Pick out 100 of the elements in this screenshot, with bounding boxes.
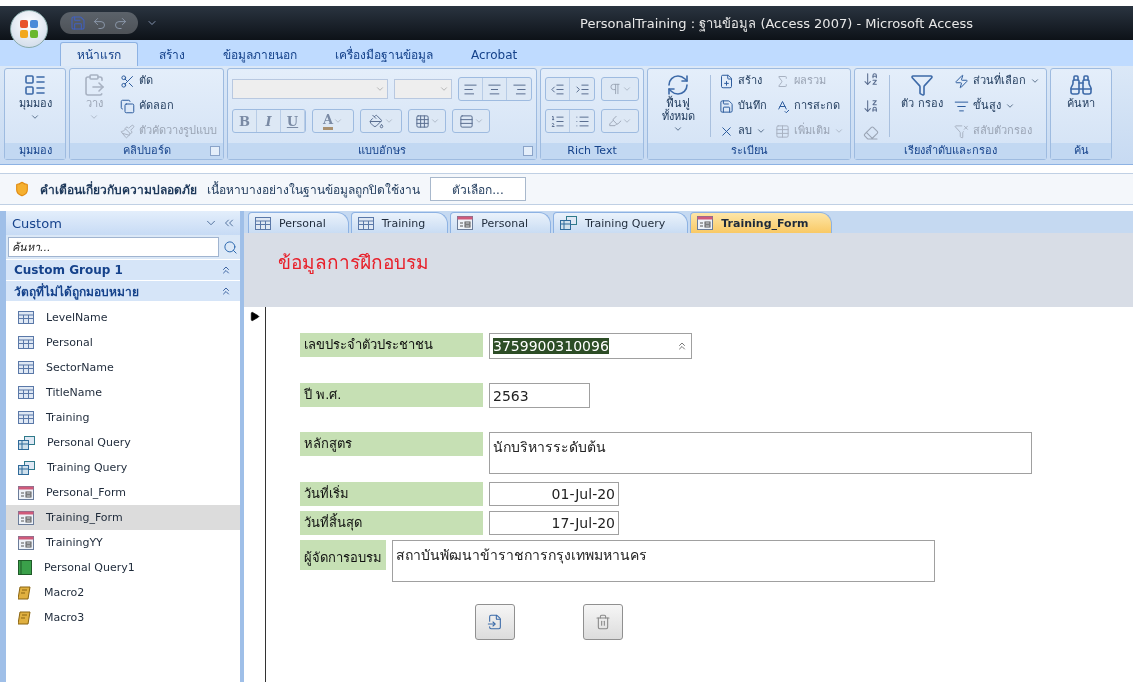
trash-icon [595, 614, 611, 630]
field-label: ปี พ.ศ. [300, 383, 483, 407]
table-icon [357, 216, 374, 230]
ribbon-button[interactable]: บันทึก [717, 96, 769, 116]
ribbon-button[interactable]: มุมมอง [9, 71, 61, 141]
caret-icon [622, 84, 632, 94]
dialog-launcher-button[interactable] [210, 146, 220, 156]
ribbon-button[interactable]: ค้นหา [1055, 71, 1107, 141]
view-icon [23, 73, 47, 97]
advanced-filter-icon [954, 98, 969, 114]
field-label: ผู้จัดการอบรม [300, 540, 386, 570]
group-label: ค้น [1073, 144, 1089, 158]
field-value: 3759900310096 [493, 338, 609, 354]
office-button[interactable] [10, 10, 48, 48]
binoculars-icon [1069, 73, 1093, 97]
nav-pane-title: Custom [12, 215, 63, 231]
field-label: หลักสูตร [300, 432, 483, 456]
redo-button[interactable] [113, 15, 128, 31]
warning-message: เนื้อหาบางอย่างในฐานข้อมูลถูกปิดใช้งาน [207, 180, 420, 199]
field-value: นักบริหารระดับต้น [493, 438, 606, 457]
undo-icon [92, 15, 107, 31]
field-label: วันที่เริ่ม [300, 482, 483, 506]
ribbon-button[interactable]: ฟื้นฟู ทั้งหมด [652, 71, 704, 141]
input-field[interactable]: 17-Jul-20 [489, 511, 619, 535]
indent-icon [574, 81, 590, 97]
nav-group-header[interactable]: วัตถุที่ไม่ได้ถูกมอบหมาย [6, 280, 240, 301]
caret-icon [622, 116, 632, 126]
ribbon-tab[interactable]: สร้าง [142, 42, 202, 66]
search-field[interactable]: ค้นหา... [8, 237, 219, 257]
pilcrow-icon [608, 82, 622, 96]
font-name-combo[interactable] [232, 79, 388, 99]
redo-icon [113, 15, 128, 31]
copy-icon [120, 98, 135, 114]
ribbon-tab[interactable]: Acrobat [454, 42, 535, 66]
grid-icon [414, 113, 430, 129]
form-icon [18, 535, 34, 550]
group-label: Rich Text [567, 144, 617, 158]
input-field[interactable]: นักบริหารระดับต้น [489, 432, 1032, 474]
scroll-icon [18, 610, 32, 625]
ribbon-button[interactable]: การสะกด [773, 96, 846, 116]
ribbon-button[interactable]: ขั้นสูง [952, 96, 1042, 116]
spin-buttons[interactable] [676, 340, 688, 352]
document-tab[interactable]: Personal [450, 212, 551, 233]
ribbon-button[interactable]: ส่วนที่เลือก [952, 71, 1042, 91]
spell-check-icon [775, 98, 790, 114]
input-field[interactable]: สถาบันพัฒนาข้าราชการกรุงเทพมหานคร [392, 540, 935, 582]
ribbon-tab[interactable]: ข้อมูลภายนอก [206, 42, 314, 66]
ribbon-button[interactable]: ลบ [717, 121, 769, 141]
input-field[interactable]: 01-Jul-20 [489, 482, 619, 506]
report-icon [18, 560, 32, 575]
caret-icon [333, 116, 344, 126]
toggle-filter-icon [954, 123, 969, 139]
nav-item[interactable]: Training_Form [6, 505, 240, 530]
ribbon-button[interactable]: ตัว กรอง [896, 71, 948, 141]
paste-icon [82, 73, 106, 97]
input-field[interactable]: 2563 [489, 383, 590, 408]
table-icon [775, 123, 790, 139]
ribbon-tab[interactable]: หน้าแรก [60, 42, 138, 66]
table-icon [18, 361, 34, 374]
group-label: คลิปบอร์ด [122, 144, 171, 158]
document-tab[interactable]: Training_Form [690, 212, 832, 233]
field-value: 01-Jul-20 [551, 486, 615, 502]
field-label: เลขประจำตัวประชาชน [300, 333, 483, 357]
outdent-icon [550, 81, 565, 97]
rows-icon [458, 113, 474, 129]
highlighter-icon [608, 114, 622, 128]
caret-icon [383, 116, 394, 126]
funnel-icon [910, 73, 934, 97]
dialog-launcher-button[interactable] [523, 146, 533, 156]
nav-group-header[interactable]: Custom Group 1 [6, 259, 240, 280]
shield-icon [14, 181, 30, 197]
ribbon-tab[interactable]: เครื่องมือฐานข้อมูล [318, 42, 450, 66]
ribbon-button[interactable]: คัดลอก [118, 96, 219, 116]
collapse-icon [220, 285, 232, 297]
delete-record-button[interactable] [583, 604, 623, 640]
query-icon [18, 435, 35, 450]
table-icon [18, 386, 34, 399]
align-left-icon [463, 81, 478, 97]
group-label: แบบอักษร [358, 144, 406, 158]
document-tab[interactable]: Training [350, 212, 449, 233]
caret-icon [375, 84, 385, 94]
ribbon-button[interactable]: ตัด [118, 71, 219, 91]
group-label: เรียงลำดับและกรอง [904, 144, 997, 158]
undo-button[interactable] [92, 15, 107, 31]
options-button[interactable]: ตัวเลือก... [430, 177, 526, 201]
collapse-pane-button[interactable] [222, 216, 236, 230]
form-icon [697, 216, 714, 230]
document-tab[interactable]: Personal [248, 212, 349, 233]
office-logo-icon [18, 18, 40, 40]
save-button[interactable] [70, 15, 86, 31]
brush-icon [120, 123, 135, 139]
form-title: ข้อมูลการฝึกอบรม [278, 250, 430, 276]
input-field[interactable]: 3759900310096 [489, 333, 692, 359]
search-button[interactable] [223, 239, 238, 255]
new-record-button[interactable] [475, 604, 515, 640]
ribbon-button[interactable]: สร้าง [717, 71, 769, 91]
sort-ascending-icon [863, 71, 879, 87]
document-tab[interactable]: Training Query [552, 212, 689, 233]
align-center-icon [487, 81, 502, 97]
font-size-combo[interactable] [394, 79, 452, 99]
